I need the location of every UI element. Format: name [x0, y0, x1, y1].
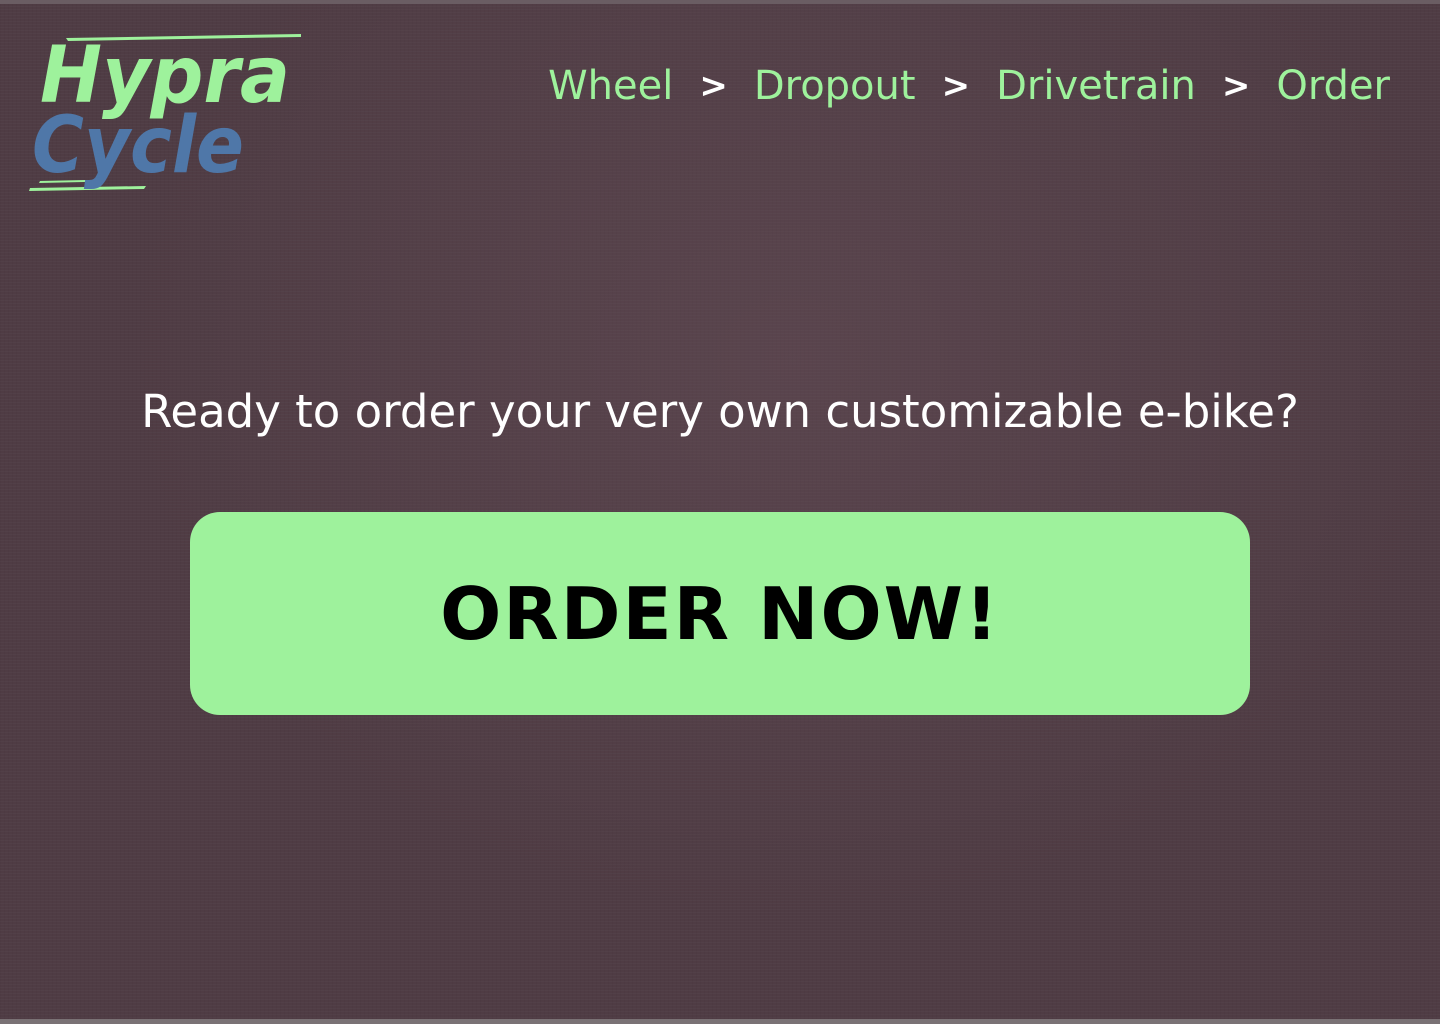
breadcrumb-item-drivetrain[interactable]: Drivetrain [996, 60, 1196, 112]
order-now-button[interactable]: ORDER NOW! [190, 512, 1250, 715]
top-border [0, 0, 1440, 4]
bottom-border [0, 1019, 1440, 1024]
order-prompt-heading: Ready to order your very own customizabl… [141, 385, 1299, 438]
breadcrumb-item-dropout[interactable]: Dropout [754, 60, 916, 112]
breadcrumb: Wheel > Dropout > Drivetrain > Order [548, 60, 1390, 112]
breadcrumb-separator: > [699, 66, 728, 106]
breadcrumb-separator: > [941, 66, 971, 106]
logo-line-2: Cycle [32, 101, 244, 191]
breadcrumb-item-wheel[interactable]: Wheel [548, 60, 673, 112]
breadcrumb-item-order[interactable]: Order [1276, 60, 1390, 112]
hypracycle-logo[interactable]: Hypra Cycle [26, 30, 306, 196]
breadcrumb-separator: > [1221, 66, 1251, 106]
order-now-button-label: ORDER NOW! [440, 571, 1000, 656]
